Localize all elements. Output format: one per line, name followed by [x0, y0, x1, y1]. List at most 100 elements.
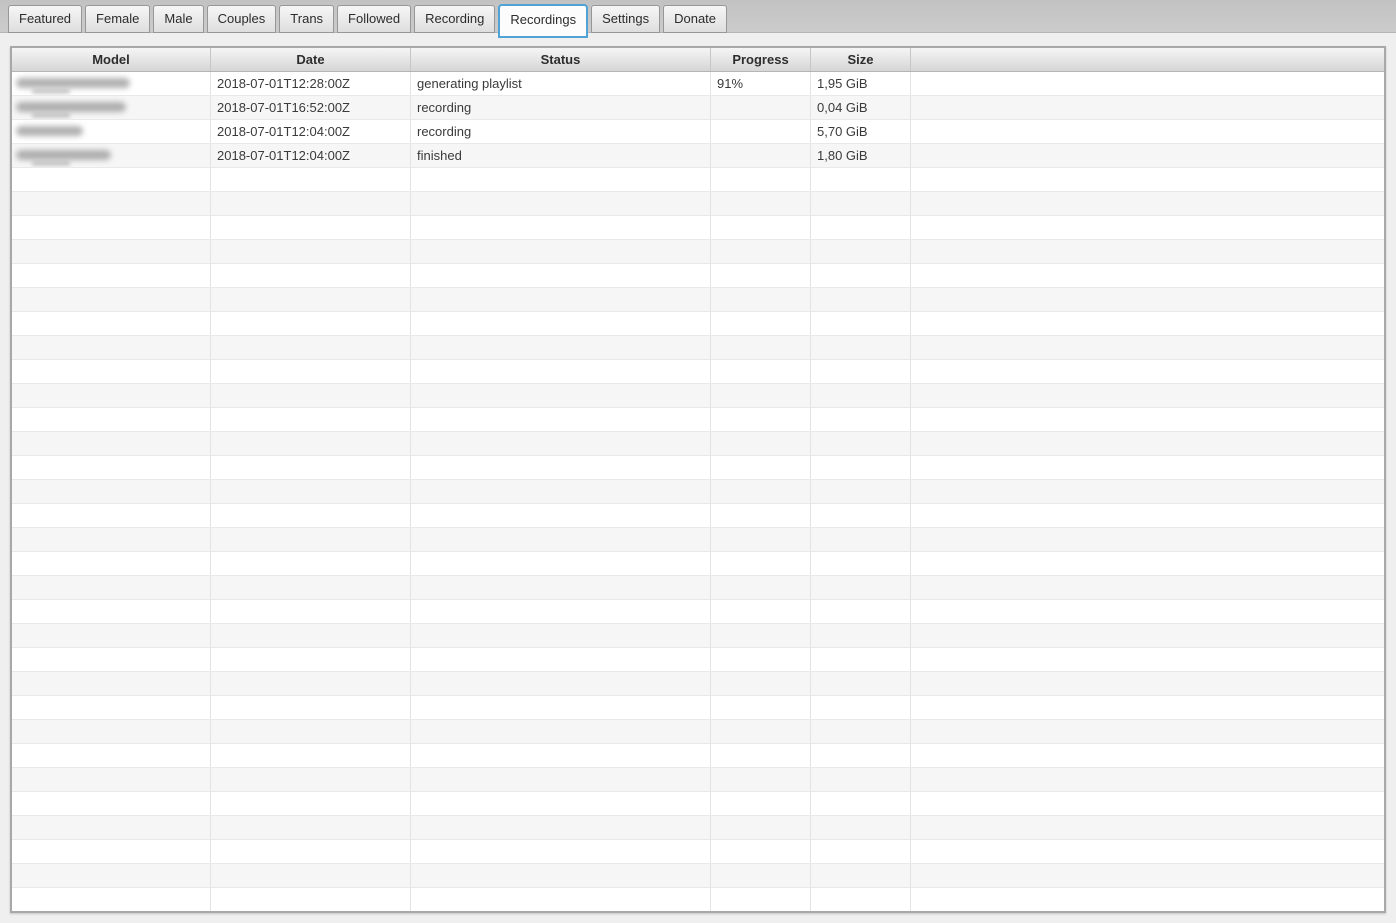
- cell-progress: [711, 720, 811, 743]
- cell-date: [211, 648, 411, 671]
- cell-size: 5,70 GiB: [811, 120, 911, 143]
- cell-size: [811, 480, 911, 503]
- cell-progress: [711, 528, 811, 551]
- cell-date: [211, 336, 411, 359]
- table-row-empty: [12, 504, 1384, 528]
- table-row-empty: [12, 840, 1384, 864]
- cell-status: recording: [411, 120, 711, 143]
- cell-status: [411, 240, 711, 263]
- cell-progress: [711, 288, 811, 311]
- redacted-model-name: [16, 150, 111, 160]
- column-header-date[interactable]: Date: [211, 48, 411, 71]
- cell-empty: [911, 768, 1384, 791]
- tab-featured[interactable]: Featured: [8, 5, 83, 33]
- cell-model: [12, 744, 211, 767]
- tab-couples[interactable]: Couples: [206, 5, 277, 33]
- cell-size: 0,04 GiB: [811, 96, 911, 119]
- cell-size: [811, 360, 911, 383]
- cell-status: [411, 432, 711, 455]
- cell-date: [211, 624, 411, 647]
- table-row-empty: [12, 384, 1384, 408]
- cell-progress: [711, 96, 811, 119]
- cell-empty: [911, 288, 1384, 311]
- cell-date: [211, 432, 411, 455]
- cell-empty: [911, 480, 1384, 503]
- cell-empty: [911, 864, 1384, 887]
- table-row[interactable]: 2018-07-01T12:04:00Z finished 1,80 GiB: [12, 144, 1384, 168]
- cell-size: [811, 528, 911, 551]
- table-row[interactable]: 2018-07-01T12:28:00Z generating playlist 9…: [12, 72, 1384, 96]
- tab-trans[interactable]: Trans: [279, 5, 335, 33]
- cell-date: [211, 720, 411, 743]
- column-header-size[interactable]: Size: [811, 48, 911, 71]
- redacted-model-name: [16, 126, 83, 136]
- column-header-status[interactable]: Status: [411, 48, 711, 71]
- cell-status: [411, 672, 711, 695]
- cell-date: [211, 360, 411, 383]
- table-row-empty: [12, 696, 1384, 720]
- cell-empty: [911, 336, 1384, 359]
- cell-size: [811, 648, 911, 671]
- cell-date: [211, 768, 411, 791]
- tab-donate[interactable]: Donate: [663, 5, 728, 33]
- table-row[interactable]: 2018-07-01T12:04:00Z recording 5,70 GiB: [12, 120, 1384, 144]
- tab-followed[interactable]: Followed: [337, 5, 412, 33]
- cell-progress: [711, 504, 811, 527]
- cell-status: finished: [411, 144, 711, 167]
- cell-date: [211, 480, 411, 503]
- cell-date: [211, 216, 411, 239]
- cell-size: [811, 216, 911, 239]
- table-row-empty: [12, 168, 1384, 192]
- column-header-model[interactable]: Model: [12, 48, 211, 71]
- cell-status: [411, 360, 711, 383]
- redacted-model-name: [16, 102, 126, 112]
- cell-date: [211, 312, 411, 335]
- cell-progress: [711, 312, 811, 335]
- cell-size: [811, 792, 911, 815]
- table-row-empty: [12, 312, 1384, 336]
- cell-empty: [911, 600, 1384, 623]
- cell-status: [411, 816, 711, 839]
- cell-model: [12, 96, 211, 119]
- cell-empty: [911, 576, 1384, 599]
- column-header-empty[interactable]: [911, 48, 1384, 71]
- cell-size: [811, 816, 911, 839]
- cell-progress: [711, 480, 811, 503]
- cell-size: [811, 384, 911, 407]
- cell-empty: [911, 792, 1384, 815]
- tab-settings[interactable]: Settings: [591, 5, 661, 33]
- cell-status: [411, 648, 711, 671]
- redacted-model-smudge: [32, 162, 70, 165]
- cell-date: [211, 600, 411, 623]
- recordings-pane: Model Date Status Progress Size 2018-07-01T1…: [0, 34, 1396, 923]
- tab-female[interactable]: Female: [85, 5, 151, 33]
- cell-status: [411, 792, 711, 815]
- cell-progress: [711, 264, 811, 287]
- table-row-empty: [12, 432, 1384, 456]
- cell-status: [411, 696, 711, 719]
- cell-progress: [711, 384, 811, 407]
- cell-model: [12, 696, 211, 719]
- cell-progress: [711, 624, 811, 647]
- tab-recordings[interactable]: Recordings: [498, 4, 589, 38]
- cell-progress: [711, 432, 811, 455]
- cell-model: [12, 672, 211, 695]
- cell-date: [211, 840, 411, 863]
- cell-model: [12, 888, 211, 911]
- cell-date: [211, 576, 411, 599]
- cell-date: [211, 528, 411, 551]
- table-row-empty: [12, 456, 1384, 480]
- cell-progress: [711, 144, 811, 167]
- tab-bar: Featured Female Male Couples Trans Followed Re…: [0, 0, 1396, 38]
- cell-empty: [911, 672, 1384, 695]
- table-row-empty: [12, 624, 1384, 648]
- table-row[interactable]: 2018-07-01T16:52:00Z recording 0,04 GiB: [12, 96, 1384, 120]
- cell-model: [12, 384, 211, 407]
- tab-male[interactable]: Male: [153, 5, 204, 33]
- cell-empty: [911, 192, 1384, 215]
- column-header-progress[interactable]: Progress: [711, 48, 811, 71]
- cell-model: [12, 120, 211, 143]
- cell-progress: [711, 408, 811, 431]
- cell-progress: [711, 456, 811, 479]
- tab-recording[interactable]: Recording: [414, 5, 496, 33]
